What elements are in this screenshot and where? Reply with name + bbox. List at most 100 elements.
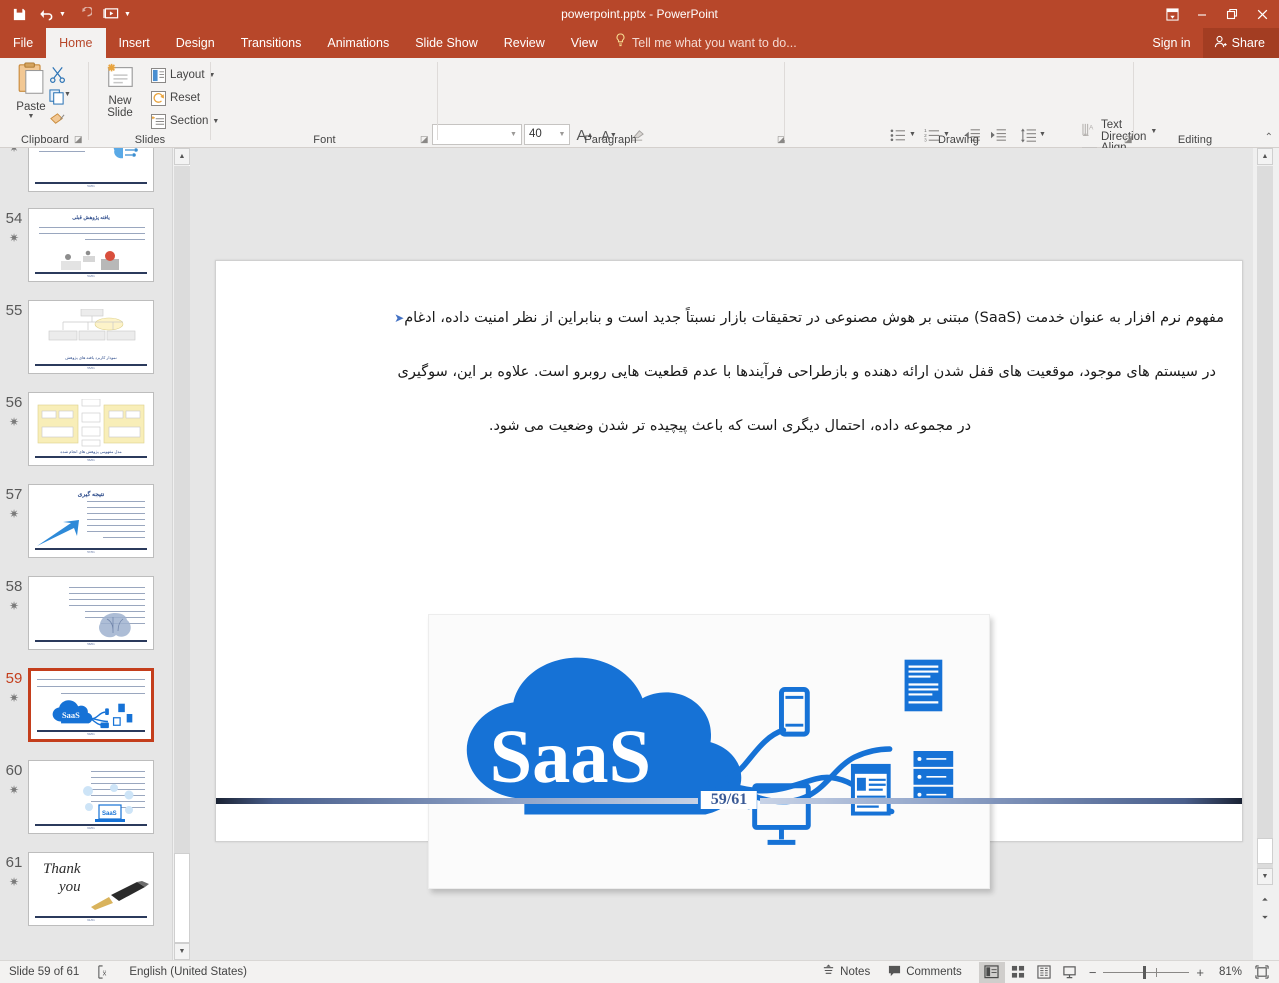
panel-scroll-up-button[interactable]: ▲ xyxy=(174,148,190,165)
reset-button[interactable]: Reset xyxy=(148,87,203,109)
notes-icon xyxy=(822,964,835,980)
thumbnail-image[interactable]: SaaS 60/61 xyxy=(28,760,154,834)
thumbnail-56[interactable]: 56 ✷ مدل مفهومی پژوهش های انجام شده 56/6… xyxy=(0,392,172,466)
reading-view-button[interactable] xyxy=(1031,962,1057,983)
zoom-level[interactable]: 81% xyxy=(1210,966,1242,978)
tab-review[interactable]: Review xyxy=(491,28,558,58)
format-painter-button[interactable] xyxy=(46,108,68,130)
animation-star-icon: ✷ xyxy=(8,599,20,613)
slide-show-view-button[interactable] xyxy=(1057,962,1083,983)
comments-button[interactable]: Comments xyxy=(879,961,971,983)
font-dialog-launcher[interactable]: ◪ xyxy=(420,134,429,145)
footer-bar-right xyxy=(759,798,1242,804)
editor-scroll-down-button[interactable]: ▼ xyxy=(1257,868,1273,885)
thumbnail-image[interactable]: یافته پژوهش قبلی 54/61 xyxy=(28,208,154,282)
thumbnail-image[interactable]: SaaS 59/61 xyxy=(28,668,154,742)
previous-slide-button[interactable]: ⏶ xyxy=(1257,892,1273,908)
cut-button[interactable] xyxy=(46,63,68,85)
tab-slide-show[interactable]: Slide Show xyxy=(402,28,491,58)
panel-scroll-thumb[interactable] xyxy=(174,853,190,943)
thumbnail-60[interactable]: 60 ✷ SaaS 60/61 xyxy=(0,760,172,834)
normal-view-button[interactable] xyxy=(978,961,1005,983)
panel-scroll-down-button[interactable]: ▼ xyxy=(174,943,190,960)
language-indicator[interactable]: English (United States) xyxy=(120,961,256,983)
comments-label: Comments xyxy=(906,966,962,978)
slide-editor-area[interactable]: مفهوم نرم افزار به عنوان خدمت (SaaS) مبت… xyxy=(190,148,1253,960)
editor-scrollbar[interactable]: ▲ ▼ ⏶ ⏷ xyxy=(1253,148,1279,960)
zoom-track[interactable] xyxy=(1103,965,1190,979)
tab-design[interactable]: Design xyxy=(163,28,228,58)
thumbnail-61[interactable]: 61 ✷ Thank you 61/61 xyxy=(0,852,172,926)
slide-text-body[interactable]: مفهوم نرم افزار به عنوان خدمت (SaaS) مبت… xyxy=(236,291,1224,453)
slide-counter[interactable]: Slide 59 of 61 xyxy=(0,961,88,983)
group-drawing: ▣ ╲ ↘ ▭ ◯ ▢ △ ⌐ ↳ ⇨ ⇩ ⌒ ∿ ⌒ ⌣ { } ☆ ▲ ▼ … xyxy=(786,58,1133,148)
zoom-handle[interactable] xyxy=(1143,965,1147,979)
slide-paragraph-2: در سیستم های موجود، موقعیت های قفل شدن ا… xyxy=(397,364,1216,380)
divider xyxy=(784,62,785,140)
thumbnail-image[interactable]: نتیجه گیری 57/61 xyxy=(28,484,154,558)
thumbnail-59[interactable]: 59 ✷ SaaS 59/61 xyxy=(0,668,172,742)
slides-panel-scrollbar[interactable]: ▲ ▼ xyxy=(172,148,190,960)
editor-scroll-thumb[interactable] xyxy=(1257,838,1273,864)
tab-animations[interactable]: Animations xyxy=(314,28,402,58)
paste-dropdown-icon[interactable]: ▼ xyxy=(28,113,35,120)
tab-home[interactable]: Home xyxy=(46,28,106,58)
editor-scroll-up-button[interactable]: ▲ xyxy=(1257,148,1273,165)
tell-me-search[interactable]: Tell me what you want to do... xyxy=(615,28,797,58)
thumbnail-54[interactable]: 54 ✷ یافته پژوهش قبلی 54/61 xyxy=(0,208,172,282)
zoom-in-button[interactable]: + xyxy=(1189,965,1204,980)
animation-star-icon: ✷ xyxy=(8,875,20,889)
collapse-ribbon-icon[interactable]: ⌃ xyxy=(1265,132,1273,143)
group-font: ▼ 40 ▼ A▲ A▼ B I U S abc AV ↔ ▼ Aa ▼ A ▼… xyxy=(212,58,649,177)
comment-bubble-icon xyxy=(888,964,901,980)
fit-slide-to-window-button[interactable] xyxy=(1249,962,1275,983)
thumbnail-57[interactable]: 57 ✷ نتیجه گیری 57/61 xyxy=(0,484,172,558)
thumbnail-58[interactable]: 58 ✷ 58/61 xyxy=(0,576,172,650)
slide-paragraph-1: مفهوم نرم افزار به عنوان خدمت (SaaS) مبت… xyxy=(236,291,1224,345)
thumbnail-image[interactable]: 58/61 xyxy=(28,576,154,650)
minimize-icon[interactable] xyxy=(1187,2,1217,26)
tab-view[interactable]: View xyxy=(558,28,611,58)
thumbnail-number-text: 59 xyxy=(5,670,23,687)
share-label: Share xyxy=(1231,36,1265,50)
thumbnail-53[interactable]: 53 ✷ 53/61 xyxy=(0,148,172,192)
thumbnail-image[interactable]: 53/61 xyxy=(28,148,154,192)
layout-button[interactable]: Layout ▼ xyxy=(148,64,218,86)
tab-transitions[interactable]: Transitions xyxy=(228,28,315,58)
share-button[interactable]: Share xyxy=(1202,28,1279,58)
clipboard-dialog-launcher[interactable]: ◪ xyxy=(74,134,83,145)
zoom-100-tick xyxy=(1156,967,1158,977)
group-editing: Find abac Replace ▼ Select ▼ Editing xyxy=(1135,58,1255,148)
new-slide-button[interactable]: New Slide xyxy=(94,62,146,120)
thumbnail-image[interactable]: Thank you 61/61 xyxy=(28,852,154,926)
window-title: powerpoint.pptx - PowerPoint xyxy=(561,7,718,21)
zoom-slider[interactable]: − + xyxy=(1083,962,1210,983)
slide-canvas[interactable]: مفهوم نرم افزار به عنوان خدمت (SaaS) مبت… xyxy=(215,260,1243,889)
slides-thumbnail-panel[interactable]: 53 ✷ 53/61 54 ✷ یافته پژوهش قبلی 54/61 xyxy=(0,148,172,960)
new-slide-icon xyxy=(105,62,135,95)
editor-scroll-track[interactable] xyxy=(1257,166,1273,884)
tab-insert[interactable]: Insert xyxy=(106,28,163,58)
reset-icon xyxy=(151,90,166,106)
next-slide-button[interactable]: ⏷ xyxy=(1257,910,1273,926)
drawing-dialog-launcher[interactable]: ◪ xyxy=(1124,134,1133,145)
notes-button[interactable]: Notes xyxy=(813,961,879,983)
tab-file[interactable]: File xyxy=(0,28,46,58)
slide-sorter-view-button[interactable] xyxy=(1005,962,1031,983)
close-icon[interactable] xyxy=(1247,2,1277,26)
thumbnail-55[interactable]: 55 نمودار کاربرد یافته های پژوهش 55/61 xyxy=(0,300,172,374)
copy-dropdown-icon[interactable]: ▼ xyxy=(64,91,71,98)
spell-check-icon[interactable]: ẍ xyxy=(88,961,120,983)
thumbnail-image[interactable]: مدل مفهومی پژوهش های انجام شده 56/61 xyxy=(28,392,154,466)
restore-icon[interactable] xyxy=(1217,2,1247,26)
lightbulb-icon xyxy=(615,28,626,58)
panel-scroll-track[interactable] xyxy=(174,166,190,942)
thumbnail-image[interactable]: نمودار کاربرد یافته های پژوهش 55/61 xyxy=(28,300,154,374)
thumbnail-number: 59 ✷ xyxy=(0,668,28,742)
zoom-out-button[interactable]: − xyxy=(1089,965,1104,980)
sign-in-button[interactable]: Sign in xyxy=(1140,28,1202,58)
new-slide-label-1: New xyxy=(108,95,132,107)
ribbon-display-options-icon[interactable] xyxy=(1157,2,1187,26)
animation-star-icon: ✷ xyxy=(8,507,20,521)
saas-cloud-diagram-image[interactable]: SaaS xyxy=(428,614,990,889)
